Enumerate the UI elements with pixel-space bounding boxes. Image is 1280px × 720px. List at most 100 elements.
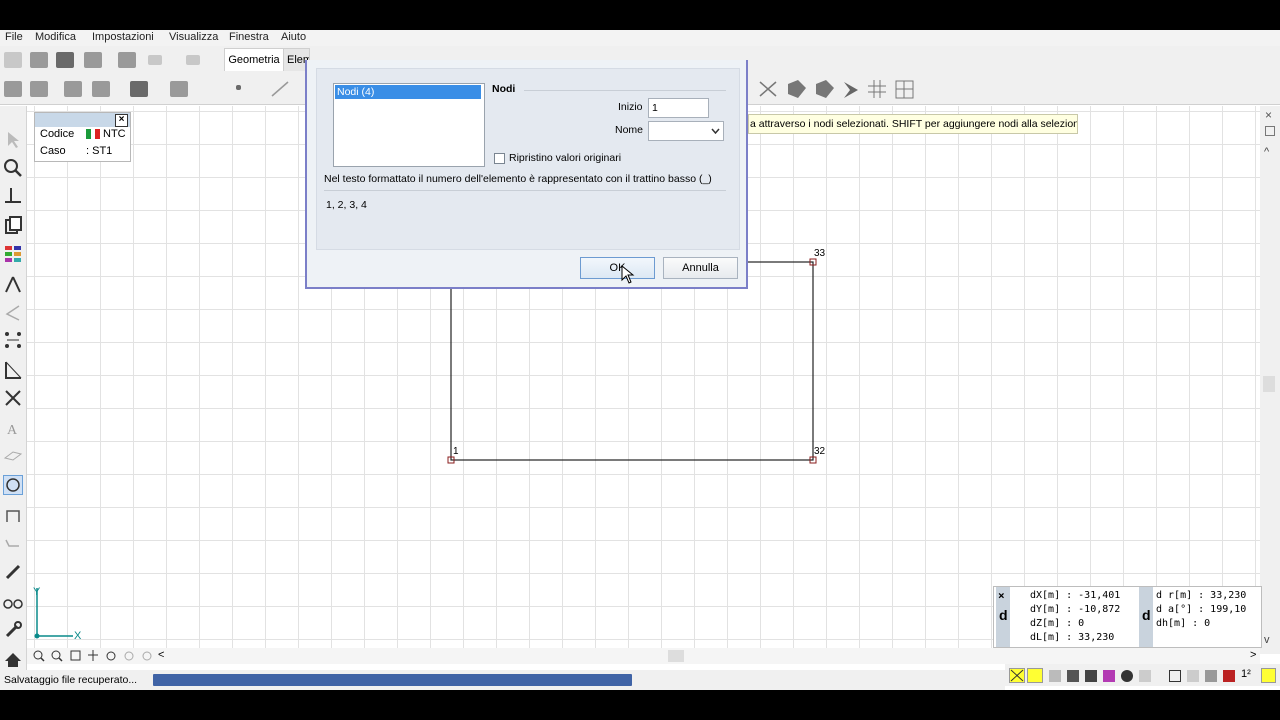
snap-share-icon[interactable]	[1121, 670, 1133, 682]
coords-close-icon[interactable]: ×	[998, 589, 1005, 602]
snap-beam-icon[interactable]	[1139, 670, 1151, 682]
wrench-icon[interactable]	[3, 620, 23, 640]
scroll-down-icon[interactable]: v	[1264, 634, 1270, 646]
list-item-nodi[interactable]: Nodi (4)	[335, 85, 481, 99]
save-icon[interactable]	[56, 52, 74, 68]
svg-text:A: A	[7, 423, 18, 438]
support-icon[interactable]	[1205, 670, 1217, 682]
coordinates-panel: × d dX[m] : -31,401 dY[m] : -10,872 dZ[m…	[993, 586, 1262, 648]
cross-tool-icon[interactable]	[3, 388, 23, 408]
scroll-right-icon[interactable]: >	[1250, 649, 1256, 661]
line-icon[interactable]	[270, 80, 290, 98]
scroll-left-icon[interactable]: <	[158, 649, 164, 661]
snap-endpoint-icon[interactable]	[1009, 668, 1025, 683]
menu-visualizza[interactable]: Visualizza	[169, 31, 218, 43]
axes-colored-icon[interactable]	[1223, 670, 1235, 682]
frame-icon[interactable]	[3, 506, 23, 526]
beam-icon[interactable]	[3, 534, 23, 554]
panel-close-icon[interactable]: ×	[1265, 108, 1272, 122]
eraser-icon[interactable]	[130, 81, 148, 97]
inizio-label: Inizio	[618, 101, 643, 113]
inizio-input[interactable]	[648, 98, 709, 118]
tooltip: a attraverso i nodi selezionati. SHIFT p…	[748, 114, 1078, 134]
import-icon[interactable]	[30, 81, 48, 97]
camera-icon[interactable]	[170, 81, 188, 97]
rotate-selection-icon[interactable]	[3, 475, 23, 495]
italy-flag-icon	[86, 129, 101, 139]
zoom-icon[interactable]	[3, 158, 23, 178]
zoom-tools-icon[interactable]	[33, 650, 163, 662]
menu-aiuto[interactable]: Aiuto	[281, 31, 306, 43]
structure-tools-icon[interactable]	[758, 78, 918, 100]
ripristino-checkbox[interactable]	[494, 153, 505, 164]
measure-icon[interactable]	[3, 360, 23, 380]
node-list[interactable]: Nodi (4)	[333, 83, 485, 167]
snap-grid-icon[interactable]	[1027, 668, 1043, 683]
copy-icon[interactable]	[3, 216, 23, 236]
scroll-up-icon[interactable]: ^	[1264, 146, 1269, 158]
node-grid-icon[interactable]	[3, 330, 23, 350]
numbering-icon[interactable]: 1²	[1241, 668, 1251, 680]
export-icon[interactable]	[118, 52, 136, 68]
node-label-1: 1	[453, 446, 459, 457]
layers-color-icon[interactable]	[3, 244, 23, 264]
nome-select[interactable]	[648, 121, 724, 141]
coord-dz: dZ[m] : 0	[1030, 618, 1085, 629]
slab-icon[interactable]	[3, 446, 23, 466]
brush-icon[interactable]	[3, 562, 23, 582]
menu-finestra[interactable]: Finestra	[229, 31, 269, 43]
tab-geometria[interactable]: Geometria	[224, 48, 284, 71]
close-icon[interactable]: ×	[115, 114, 128, 127]
print-icon[interactable]	[84, 52, 102, 68]
section-divider	[524, 90, 726, 91]
load-arrows-icon[interactable]	[1187, 670, 1199, 682]
grid-icon[interactable]	[92, 81, 110, 97]
coords-badge-left: d	[999, 607, 1008, 623]
info-box-header: ×	[35, 113, 130, 127]
grid-toggle-icon[interactable]	[1169, 670, 1181, 682]
glasses-icon[interactable]	[3, 592, 23, 612]
numbering-preview: 1, 2, 3, 4	[326, 199, 367, 211]
panel-restore-icon[interactable]	[1265, 126, 1275, 136]
drawn-rectangle	[450, 261, 814, 461]
home-icon[interactable]	[3, 650, 23, 670]
snap-list-icon[interactable]	[1049, 670, 1061, 682]
open-folder-icon[interactable]	[30, 52, 48, 68]
menu-file[interactable]: File	[5, 31, 23, 43]
snap-bridge-icon[interactable]	[1067, 670, 1079, 682]
new-file-icon[interactable]	[4, 52, 22, 68]
ok-button[interactable]: OK	[580, 257, 655, 279]
scroll-thumb-horizontal[interactable]	[668, 650, 684, 662]
text-tool-icon[interactable]: A	[3, 418, 23, 438]
x-axis-label: X	[74, 630, 82, 642]
menu-impostazioni[interactable]: Impostazioni	[92, 31, 154, 43]
annulla-button[interactable]: Annulla	[663, 257, 738, 279]
redo-icon[interactable]	[186, 55, 200, 65]
menu-modifica[interactable]: Modifica	[35, 31, 76, 43]
coords-bar-left: × d	[996, 587, 1010, 647]
scroll-thumb-vertical[interactable]	[1263, 376, 1275, 392]
chevron-down-icon	[711, 128, 720, 134]
axis-tool-icon[interactable]	[3, 186, 23, 206]
nome-label: Nome	[615, 124, 644, 136]
right-scrollbar[interactable]: × ^ v	[1260, 106, 1280, 654]
y-axis-label: Y	[33, 586, 41, 598]
undo-icon[interactable]	[148, 55, 162, 65]
horizontal-scrollbar[interactable]: < >	[27, 648, 1260, 664]
table-icon[interactable]	[64, 81, 82, 97]
coord-da: d a[°] : 199,10	[1156, 604, 1247, 615]
pointer-icon[interactable]	[3, 130, 23, 150]
snap-toolbar: 1²	[1005, 664, 1280, 686]
angle-icon[interactable]	[3, 302, 23, 322]
node-label-32: 32	[814, 446, 826, 457]
dimension-icon[interactable]	[3, 274, 23, 294]
mouse-cursor-icon	[621, 265, 635, 284]
application-window: File Modifica Impostazioni Visualizza Fi…	[0, 30, 1280, 690]
layer-icon[interactable]	[4, 81, 22, 97]
coords-bar-right: d	[1139, 587, 1153, 647]
snap-node-icon[interactable]	[1103, 670, 1115, 682]
point-icon[interactable]	[236, 85, 241, 90]
snap-angle-icon[interactable]	[1261, 668, 1276, 683]
progress-bar	[153, 674, 632, 686]
snap-frame-icon[interactable]	[1085, 670, 1097, 682]
